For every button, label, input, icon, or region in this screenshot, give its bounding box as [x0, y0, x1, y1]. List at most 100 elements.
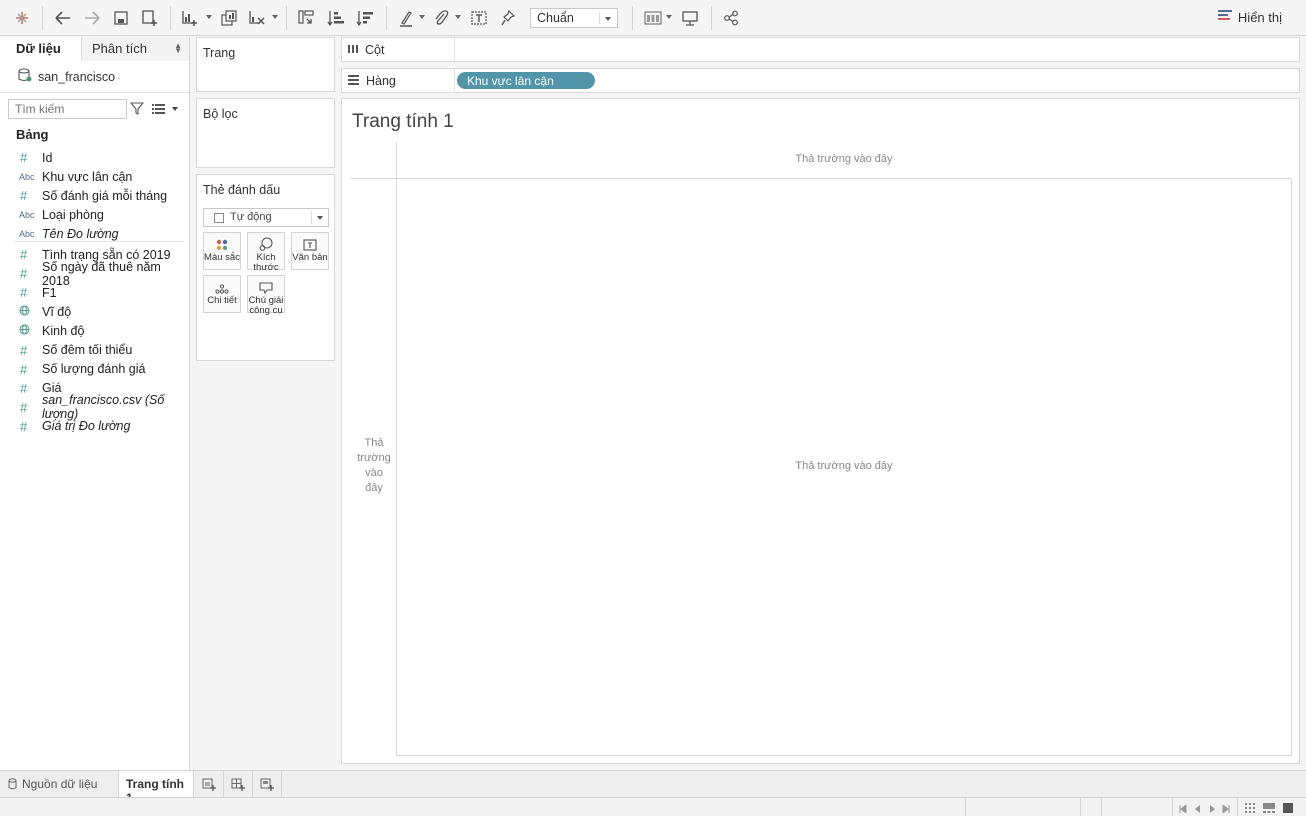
duplicate-sheet-icon[interactable] [218, 7, 240, 29]
fit-dropdown[interactable]: Chuẩn [530, 8, 618, 28]
dimension-field-name: Loại phòng [42, 207, 104, 222]
tabs-view-icon[interactable] [1283, 802, 1293, 816]
globe-icon [0, 305, 42, 318]
tables-heading: Bảng [16, 127, 49, 142]
dimension-field-item[interactable]: Abc Khu vực lân cận [0, 167, 189, 186]
measure-field-item[interactable]: # F1 [0, 283, 189, 302]
columns-shelf[interactable]: Cột [341, 37, 1300, 62]
show-mark-labels-icon[interactable] [469, 7, 489, 29]
share-icon[interactable] [721, 7, 741, 29]
dimension-field-item[interactable]: Abc Loại phòng [0, 205, 189, 224]
column-drop-zone[interactable]: Thả trường vào đây [397, 153, 1291, 165]
number-type-icon: # [20, 380, 28, 396]
color-label: Màu sắc [204, 252, 240, 263]
datasource-icon [18, 68, 32, 85]
number-type-icon: # [20, 399, 28, 415]
string-type-icon: Abc [19, 171, 35, 182]
measure-field-item[interactable]: # Số đêm tối thiểu [0, 341, 189, 360]
new-dashboard-tab-icon[interactable] [224, 771, 253, 797]
tab-analytics[interactable]: Phân tích ▲ ▼ [81, 37, 189, 61]
new-worksheet-tab-icon[interactable] [195, 771, 224, 797]
dimension-field-item[interactable]: Abc Tên Đo lường [0, 224, 189, 243]
number-type-icon: # [20, 342, 28, 358]
size-icon [248, 233, 284, 251]
pane-tabs: Dữ liệu Phân tích ▲ ▼ [0, 37, 189, 61]
pages-card[interactable]: Trang [196, 37, 335, 92]
tooltip-button[interactable]: Chú giải công cụ [247, 275, 285, 316]
datasource-item[interactable]: san_francisco [18, 68, 115, 85]
show-me-icon [1217, 10, 1232, 25]
string-type-icon: Abc [19, 228, 35, 239]
rows-pill[interactable]: Khu vực lân cận [457, 72, 595, 89]
search-input[interactable] [8, 99, 127, 119]
measure-field-item[interactable]: # san_francisco.csv (Số lượng) [0, 393, 189, 421]
dimension-field-name: Khu vực lân cận [42, 169, 133, 184]
text-button[interactable]: Văn bản [291, 232, 329, 270]
save-icon[interactable] [111, 7, 131, 29]
filmstrip-icon[interactable] [1263, 802, 1275, 816]
columns-shelf-label: Cột [342, 38, 455, 61]
datasource-name: san_francisco [38, 69, 116, 84]
number-type-icon: # [20, 150, 28, 165]
highlight-icon[interactable] [396, 7, 416, 29]
view-grid: Thả trường vào đây Thả trường vào đây Th… [350, 142, 1292, 756]
swap-rows-columns-icon[interactable] [295, 7, 317, 29]
last-sheet-icon[interactable] [1222, 802, 1230, 816]
dimension-field-name: Số đánh giá mỗi tháng [42, 188, 168, 203]
detail-button[interactable]: Chi tiết [203, 275, 241, 313]
mark-type-dropdown[interactable]: Tự động [203, 208, 329, 227]
clear-sheet-icon[interactable] [246, 7, 268, 29]
view-canvas[interactable]: Trang tính 1 Thả trường vào đây Thả trườ… [341, 98, 1300, 764]
sort-ascending-icon[interactable] [325, 7, 347, 29]
tab-sheet-1[interactable]: Trang tính 1 [118, 771, 194, 805]
tab-data[interactable]: Dữ liệu [0, 37, 81, 61]
rows-shelf-label: Hàng [342, 69, 455, 92]
tableau-logo-icon[interactable] [12, 7, 32, 29]
filters-card[interactable]: Bộ lọc [196, 98, 335, 168]
center-drop-zone[interactable]: Thả trường vào đây [397, 460, 1291, 472]
rows-shelf[interactable]: Hàng Khu vực lân cận [341, 68, 1300, 93]
measure-field-item[interactable]: Vĩ độ [0, 302, 189, 321]
new-datasource-icon[interactable] [140, 7, 160, 29]
sheet-title[interactable]: Trang tính 1 [352, 111, 454, 133]
undo-icon[interactable] [52, 7, 74, 29]
redo-icon[interactable] [81, 7, 103, 29]
status-bar [0, 797, 1306, 816]
chevron-down-icon[interactable] [172, 107, 178, 111]
new-story-tab-icon[interactable] [253, 771, 282, 797]
sort-descending-icon[interactable] [354, 7, 376, 29]
data-pane: Dữ liệu Phân tích ▲▼ san_francisco Bảng … [0, 37, 190, 770]
measure-field-name: Số lượng đánh giá [42, 362, 146, 377]
color-button[interactable]: Màu sắc [203, 232, 241, 270]
measure-field-item[interactable]: Kinh độ [0, 321, 189, 340]
next-sheet-icon[interactable] [1208, 802, 1216, 816]
sheet-sorter-icon[interactable] [1245, 802, 1255, 816]
dimension-field-item[interactable]: # Số đánh giá mỗi tháng [0, 186, 189, 205]
measure-field-name: Số đêm tối thiểu [42, 343, 133, 357]
size-label: Kích thước [253, 252, 279, 273]
dimension-field-item[interactable]: # Id [0, 148, 189, 167]
text-icon [292, 233, 328, 251]
row-drop-zone[interactable]: Thả trường vào đây [356, 436, 392, 496]
fix-axes-icon[interactable] [498, 7, 518, 29]
new-worksheet-icon[interactable] [179, 7, 201, 29]
square-mark-icon [214, 213, 224, 223]
show-me-button[interactable]: Hiển thị [1217, 10, 1282, 25]
size-button[interactable]: Kích thước [247, 232, 285, 273]
rows-label: Hàng [366, 73, 396, 88]
presentation-mode-icon[interactable] [679, 7, 701, 29]
first-sheet-icon[interactable] [1179, 802, 1187, 816]
tab-datasource[interactable]: Nguồn dữ liệu [0, 771, 115, 797]
measure-field-item[interactable]: # Giá trị Đo lường [0, 417, 189, 436]
show-cards-icon[interactable] [642, 7, 664, 29]
previous-sheet-icon[interactable] [1194, 802, 1202, 816]
chevron-down-icon [317, 216, 323, 220]
toolbar: Chuẩn Hiển thị [0, 0, 1306, 36]
filter-icon[interactable] [129, 102, 145, 118]
view-list-icon[interactable] [152, 103, 165, 117]
detail-icon [204, 276, 240, 294]
measure-field-item[interactable]: # Số lượng đánh giá [0, 360, 189, 379]
group-members-icon[interactable] [431, 7, 451, 29]
measure-field-item[interactable]: # Số ngày đã thuê năm 2018 [0, 260, 189, 288]
dimension-field-name: Tên Đo lường [42, 226, 119, 241]
